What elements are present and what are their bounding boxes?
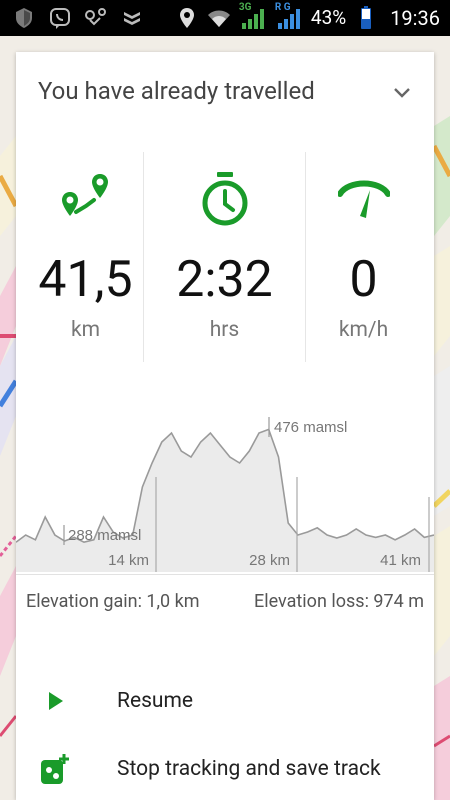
- speed-unit: km/h: [338, 318, 389, 342]
- distance-icon: [62, 174, 108, 216]
- location-icon: [179, 8, 194, 28]
- viber-icon: [50, 8, 70, 29]
- stop-and-save-label: Stop tracking and save track: [117, 757, 381, 781]
- wifi-icon: [207, 10, 230, 27]
- distance-value: 41,5: [38, 251, 133, 309]
- clock: 19:36: [390, 6, 440, 30]
- stat-distance: 41,5 km: [16, 152, 155, 362]
- x-tick-label: 14 km: [108, 552, 149, 569]
- x-tick-label: 28 km: [249, 552, 290, 569]
- stat-time: 2:32 hrs: [155, 152, 294, 362]
- stopwatch-icon: [202, 172, 248, 226]
- card-header[interactable]: You have already travelled: [16, 52, 434, 132]
- time-unit: hrs: [209, 318, 240, 342]
- card-title: You have already travelled: [38, 77, 315, 105]
- play-icon: [49, 692, 63, 710]
- x-tick-label: 41 km: [380, 552, 421, 569]
- elevation-summary: Elevation gain: 1,0 km Elevation loss: 9…: [16, 574, 434, 627]
- time-value: 2:32: [176, 251, 273, 309]
- min-elevation-label: 288 mamsl: [68, 527, 141, 544]
- elevation-loss: Elevation loss: 974 m: [254, 591, 424, 612]
- chevron-down-icon[interactable]: [392, 82, 412, 102]
- resume-label: Resume: [117, 689, 194, 713]
- speedometer-icon: [338, 180, 390, 218]
- battery-icon: [361, 6, 372, 29]
- signal-icon-2: R G: [275, 2, 303, 32]
- stop-save-icon: [41, 754, 69, 784]
- elevation-chart-svg: 476 mamsl 288 mamsl 14 km 28 km 41 km: [16, 417, 434, 572]
- speed-value: 0: [349, 251, 378, 309]
- stop-and-save-button[interactable]: Stop tracking and save track: [16, 740, 434, 800]
- signal-icon: 3G: [239, 2, 267, 32]
- status-bar-system: 3G R G 43% 19:36: [175, 2, 440, 32]
- tracking-card: You have already travelled 41,5 km 2:32 …: [16, 52, 434, 800]
- shield-icon: [16, 8, 32, 28]
- elevation-gain: Elevation gain: 1,0 km: [26, 591, 200, 612]
- stats-panel: 41,5 km 2:32 hrs 0 km/h: [16, 152, 434, 362]
- divider: [143, 152, 144, 362]
- resume-button[interactable]: Resume: [16, 672, 434, 732]
- drop-icon: [124, 12, 140, 25]
- status-bar-notifications: [12, 6, 144, 30]
- max-elevation-label: 476 mamsl: [274, 419, 347, 436]
- status-bar: 3G R G 43% 19:36: [0, 0, 450, 36]
- elevation-chart: 476 mamsl 288 mamsl 14 km 28 km 41 km: [16, 407, 434, 572]
- stat-speed: 0 km/h: [294, 152, 433, 362]
- battery-percent: 43%: [310, 6, 347, 29]
- distance-unit: km: [70, 318, 101, 342]
- route-icon: [85, 8, 106, 26]
